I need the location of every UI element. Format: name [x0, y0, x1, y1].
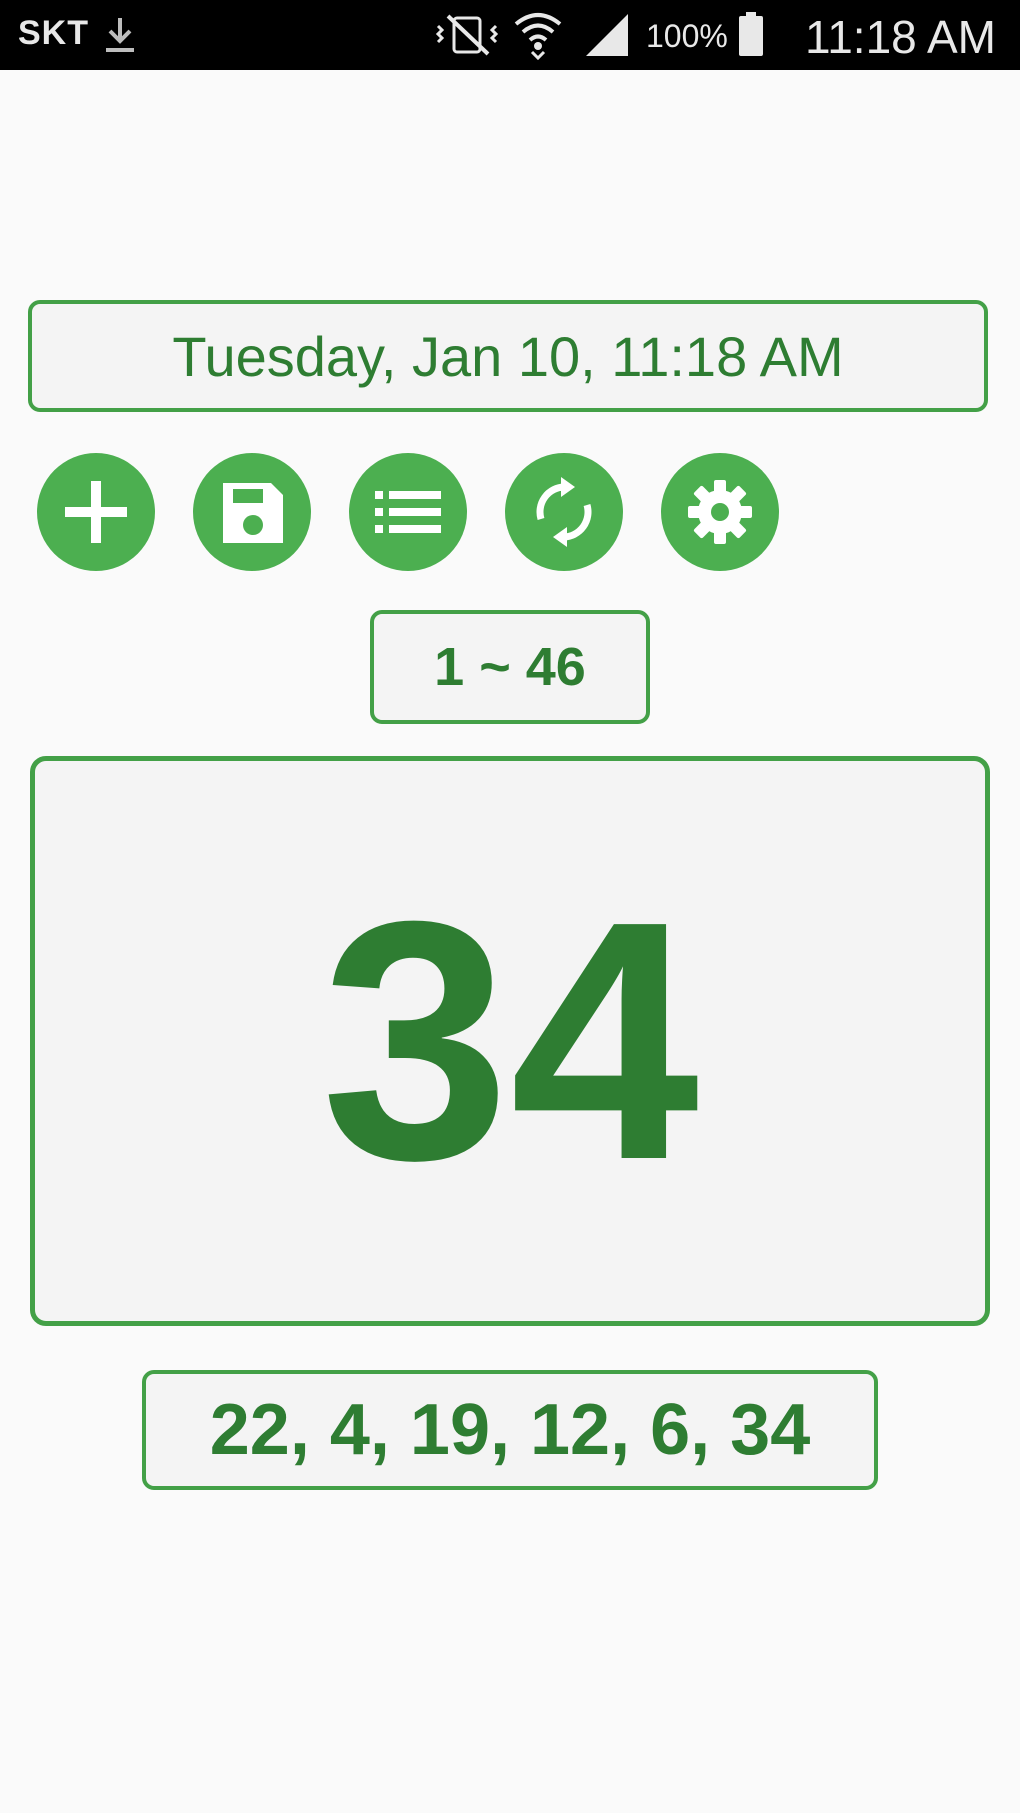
list-icon [375, 491, 441, 533]
refresh-icon [536, 477, 592, 547]
add-button[interactable] [37, 453, 155, 571]
battery-icon [736, 10, 766, 58]
carrier-label: SKT [18, 14, 89, 52]
download-icon [100, 14, 140, 56]
current-number-display[interactable]: 34 [30, 756, 990, 1326]
status-clock: 11:18 AM [805, 11, 996, 63]
battery-percent: 100% [646, 18, 728, 54]
range-display[interactable]: 1 ~ 46 [370, 610, 650, 724]
wifi-icon [512, 8, 564, 61]
save-icon [223, 483, 283, 543]
settings-button[interactable] [661, 453, 779, 571]
save-button[interactable] [193, 453, 311, 571]
plus-icon [65, 481, 127, 543]
list-button[interactable] [349, 453, 467, 571]
datetime-display: Tuesday, Jan 10, 11:18 AM [28, 300, 988, 412]
status-bar: SKT 100% 11:18 AM [0, 0, 1020, 70]
gear-icon [688, 480, 752, 544]
history-display: 22, 4, 19, 12, 6, 34 [142, 1370, 878, 1490]
signal-icon [582, 10, 632, 58]
vibrate-icon [432, 12, 502, 58]
refresh-button[interactable] [505, 453, 623, 571]
